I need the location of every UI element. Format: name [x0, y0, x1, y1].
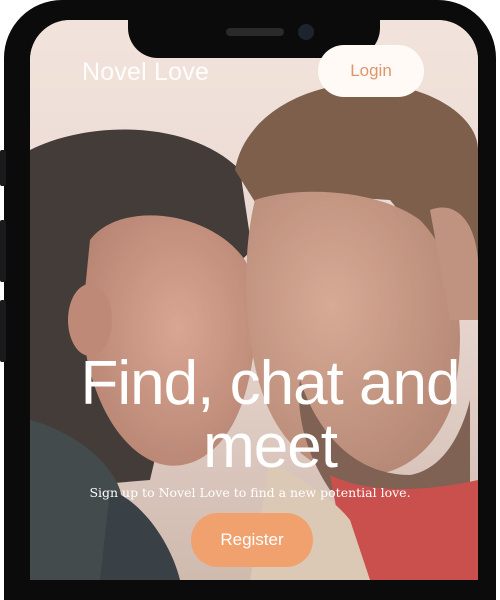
volume-button: [0, 220, 6, 282]
volume-button: [0, 300, 6, 362]
app-logo: Novel Love: [82, 58, 210, 86]
register-button[interactable]: Register: [191, 513, 313, 567]
hero-subtitle: Sign up to Novel Love to find a new pote…: [89, 485, 411, 500]
front-camera: [298, 24, 314, 40]
hero-headline: Find, chat and meet: [80, 349, 461, 482]
login-button[interactable]: Login: [318, 45, 424, 97]
phone-frame: [0, 0, 496, 600]
side-button: [0, 150, 6, 186]
speaker-grille: [226, 28, 284, 36]
